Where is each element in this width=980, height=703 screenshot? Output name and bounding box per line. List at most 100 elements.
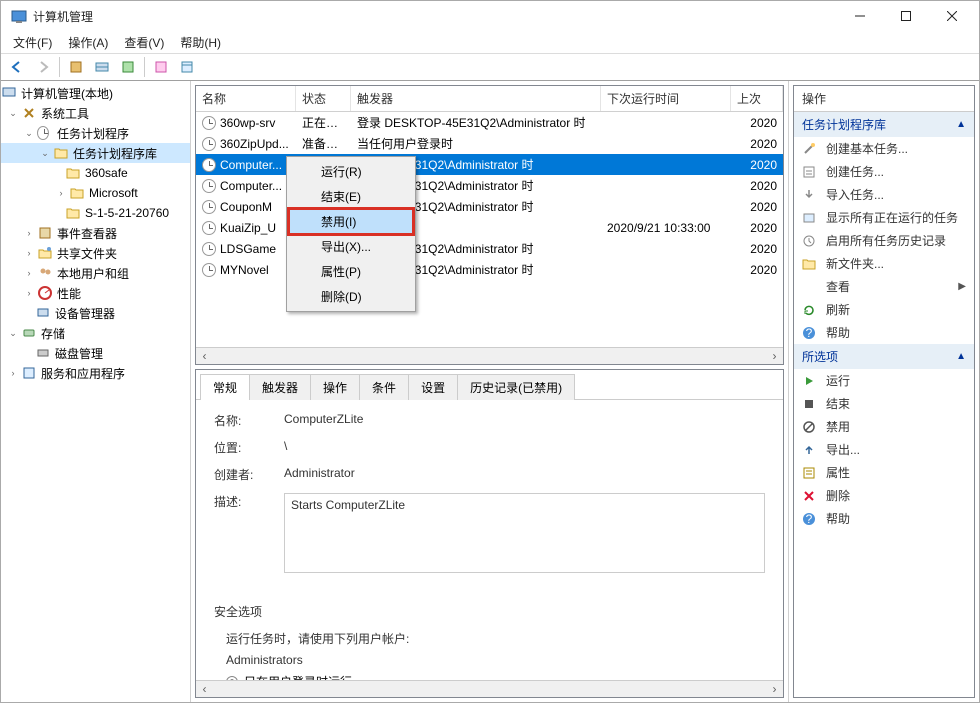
col-state[interactable]: 状态: [296, 86, 351, 111]
toolbar-btn-3[interactable]: [149, 56, 173, 78]
tree-folder-sid[interactable]: S-1-5-21-20760: [1, 203, 190, 223]
table-row[interactable]: Computer...KTOP-45E31Q2\Administrator 时2…: [196, 154, 783, 175]
expand-icon[interactable]: ⌄: [39, 147, 51, 159]
table-row[interactable]: MYNovelKTOP-45E31Q2\Administrator 时2020: [196, 259, 783, 280]
horizontal-scrollbar[interactable]: ‹ ›: [196, 347, 783, 364]
scroll-right-icon[interactable]: ›: [766, 681, 783, 698]
action-item[interactable]: 禁用: [794, 415, 974, 438]
ctx-export[interactable]: 导出(X)...: [289, 234, 413, 259]
tree-systools[interactable]: ⌄ 系统工具: [1, 103, 190, 123]
tree-performance[interactable]: › 性能: [1, 283, 190, 303]
scroll-left-icon[interactable]: ‹: [196, 348, 213, 365]
expand-icon[interactable]: ›: [55, 187, 67, 199]
action-item[interactable]: 属性: [794, 461, 974, 484]
action-item[interactable]: 运行: [794, 369, 974, 392]
tab-triggers[interactable]: 触发器: [249, 374, 311, 400]
action-item[interactable]: ?帮助: [794, 507, 974, 530]
tree-scheduler-library[interactable]: ⌄ 任务计划程序库: [1, 143, 190, 163]
col-trigger[interactable]: 触发器: [351, 86, 601, 111]
action-item[interactable]: 创建任务...: [794, 160, 974, 183]
tab-general[interactable]: 常规: [200, 374, 250, 400]
action-item[interactable]: 导出...: [794, 438, 974, 461]
tree-folder-360safe[interactable]: 360safe: [1, 163, 190, 183]
tree-device-manager[interactable]: 设备管理器: [1, 303, 190, 323]
maximize-button[interactable]: [883, 1, 929, 31]
radio-run-logged-in[interactable]: 只在用户登录时运行: [226, 673, 765, 680]
expand-icon[interactable]: ›: [7, 367, 19, 379]
expand-icon[interactable]: ›: [23, 287, 35, 299]
tree-disk-mgmt[interactable]: 磁盘管理: [1, 343, 190, 363]
menu-view[interactable]: 查看(V): [116, 32, 172, 53]
table-row[interactable]: KuaiZip_U个触发器2020/9/21 10:33:002020: [196, 217, 783, 238]
table-row[interactable]: Computer...KTOP-45E31Q2\Administrator 时2…: [196, 175, 783, 196]
actions-section-library[interactable]: 任务计划程序库 ▲: [794, 112, 974, 137]
col-last[interactable]: 上次: [731, 86, 783, 111]
toolbar-refresh-button[interactable]: [116, 56, 140, 78]
action-label: 运行: [826, 372, 850, 389]
tab-settings[interactable]: 设置: [408, 374, 458, 400]
toolbar-btn-4[interactable]: [175, 56, 199, 78]
action-item[interactable]: 显示所有正在运行的任务: [794, 206, 974, 229]
ctx-run[interactable]: 运行(R): [289, 159, 413, 184]
table-row[interactable]: LDSGameKTOP-45E31Q2\Administrator 时2020: [196, 238, 783, 259]
tab-actions[interactable]: 操作: [310, 374, 360, 400]
close-button[interactable]: [929, 1, 975, 31]
tree-scheduler[interactable]: ⌄ 任务计划程序: [1, 123, 190, 143]
nav-forward-button[interactable]: [31, 56, 55, 78]
action-item[interactable]: 创建基本任务...: [794, 137, 974, 160]
toolbar-btn-2[interactable]: [90, 56, 114, 78]
task-grid: 名称 状态 触发器 下次运行时间 上次 360wp-srv正在运行登录 DESK…: [195, 85, 784, 365]
table-row[interactable]: CouponMKTOP-45E31Q2\Administrator 时2020: [196, 196, 783, 217]
table-row[interactable]: 360ZipUpd...准备就绪当任何用户登录时2020: [196, 133, 783, 154]
action-item[interactable]: 导入任务...: [794, 183, 974, 206]
clock-icon: [202, 137, 216, 151]
ctx-end[interactable]: 结束(E): [289, 184, 413, 209]
menu-help[interactable]: 帮助(H): [172, 32, 229, 53]
expand-icon[interactable]: ⌄: [7, 107, 19, 119]
nav-back-button[interactable]: [5, 56, 29, 78]
action-item[interactable]: 结束: [794, 392, 974, 415]
toolbar-btn-1[interactable]: [64, 56, 88, 78]
tree-event-viewer[interactable]: › 事件查看器: [1, 223, 190, 243]
scroll-left-icon[interactable]: ‹: [196, 681, 213, 698]
minimize-button[interactable]: [837, 1, 883, 31]
navigation-tree[interactable]: 计算机管理(本地) ⌄ 系统工具 ⌄ 任务计划程序 ⌄ 任务计划程序库 360s…: [1, 81, 191, 702]
tab-conditions[interactable]: 条件: [359, 374, 409, 400]
action-label: 启用所有任务历史记录: [826, 232, 946, 249]
tree-shared-folders[interactable]: › 共享文件夹: [1, 243, 190, 263]
tree-root[interactable]: 计算机管理(本地): [1, 83, 190, 103]
grid-body[interactable]: 360wp-srv正在运行登录 DESKTOP-45E31Q2\Administ…: [196, 112, 783, 347]
expand-icon[interactable]: ⌄: [7, 327, 19, 339]
col-name[interactable]: 名称: [196, 86, 296, 111]
action-item[interactable]: ?帮助: [794, 321, 974, 344]
expand-icon[interactable]: ⌄: [23, 127, 35, 139]
table-row[interactable]: 360wp-srv正在运行登录 DESKTOP-45E31Q2\Administ…: [196, 112, 783, 133]
context-menu[interactable]: 运行(R) 结束(E) 禁用(I) 导出(X)... 属性(P) 删除(D): [286, 156, 416, 312]
action-item[interactable]: 新文件夹...: [794, 252, 974, 275]
chevron-right-icon: ▶: [958, 281, 966, 292]
window-title: 计算机管理: [33, 8, 837, 25]
action-item[interactable]: 刷新: [794, 298, 974, 321]
menu-action[interactable]: 操作(A): [60, 32, 116, 53]
expand-icon[interactable]: ›: [23, 227, 35, 239]
scroll-right-icon[interactable]: ›: [766, 348, 783, 365]
col-next[interactable]: 下次运行时间: [601, 86, 731, 111]
tree-label: 360safe: [85, 166, 128, 180]
expand-icon[interactable]: ›: [23, 267, 35, 279]
action-item[interactable]: 删除: [794, 484, 974, 507]
tree-storage[interactable]: ⌄ 存储: [1, 323, 190, 343]
tab-history[interactable]: 历史记录(已禁用): [457, 374, 575, 400]
action-item[interactable]: 查看▶: [794, 275, 974, 298]
action-item[interactable]: 启用所有任务历史记录: [794, 229, 974, 252]
ctx-properties[interactable]: 属性(P): [289, 259, 413, 284]
menu-file[interactable]: 文件(F): [5, 32, 60, 53]
ctx-disable[interactable]: 禁用(I): [289, 209, 413, 234]
tree-users-groups[interactable]: › 本地用户和组: [1, 263, 190, 283]
actions-section-selected[interactable]: 所选项 ▲: [794, 344, 974, 369]
expand-icon[interactable]: ›: [23, 247, 35, 259]
tree-folder-microsoft[interactable]: › Microsoft: [1, 183, 190, 203]
detail-horizontal-scrollbar[interactable]: ‹ ›: [196, 680, 783, 697]
cell-last: 2020: [731, 242, 783, 256]
ctx-delete[interactable]: 删除(D): [289, 284, 413, 309]
tree-services[interactable]: › 服务和应用程序: [1, 363, 190, 383]
